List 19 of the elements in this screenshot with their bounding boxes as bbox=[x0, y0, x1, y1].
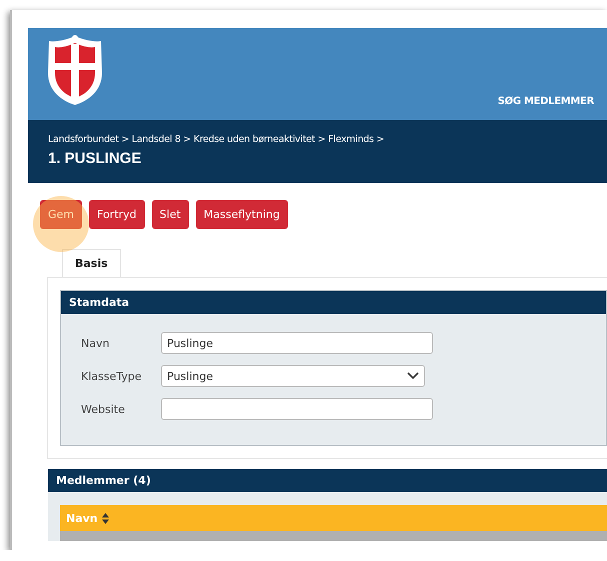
dropdown-field[interactable]: Puslinge bbox=[161, 365, 425, 387]
field-label: Website bbox=[81, 402, 126, 416]
action-button[interactable]: Fortryd bbox=[89, 200, 145, 229]
search-members-link[interactable]: SØG MEDLEMMER bbox=[498, 96, 594, 107]
column-label: Navn bbox=[66, 512, 98, 524]
field-label: KlasseType bbox=[81, 370, 143, 382]
section-header: Stamdata bbox=[61, 291, 606, 314]
page-title: 1. PUSLINGE bbox=[48, 150, 142, 167]
field-label: Navn bbox=[81, 336, 110, 350]
breadcrumb: Landsforbundet > Landsdel 8 > Kredse uden børneaktivitet > Flexminds > bbox=[48, 134, 386, 145]
section-header: Medlemmer (4) bbox=[48, 469, 607, 492]
text-input-field[interactable]: Puslinge bbox=[161, 332, 433, 354]
text-input-field[interactable] bbox=[161, 398, 433, 420]
dropdown-value: Puslinge bbox=[167, 370, 213, 382]
action-button[interactable]: Masseflytning bbox=[196, 200, 288, 229]
action-button[interactable]: Slet bbox=[152, 200, 189, 229]
chevron-down-icon bbox=[407, 372, 419, 380]
sort-icon[interactable] bbox=[102, 512, 109, 524]
tab[interactable]: Basis bbox=[62, 249, 121, 277]
